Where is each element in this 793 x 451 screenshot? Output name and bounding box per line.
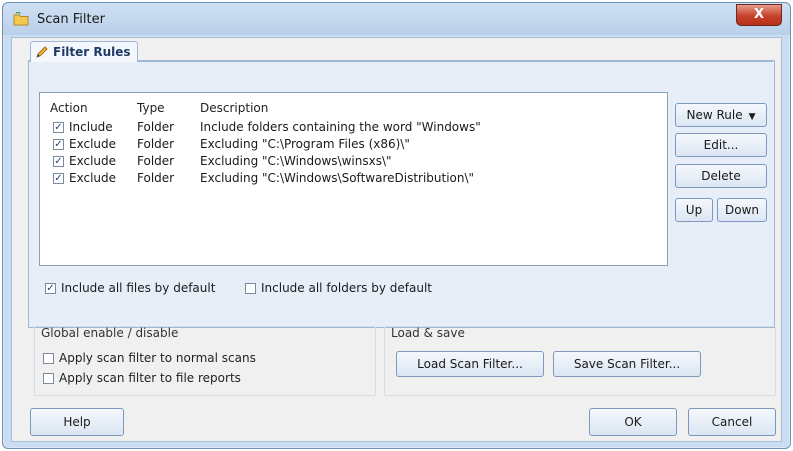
cancel-button[interactable]: Cancel: [688, 408, 776, 436]
normal-scans-label: Apply scan filter to normal scans: [59, 351, 256, 365]
save-scan-filter-button[interactable]: Save Scan Filter...: [553, 351, 701, 377]
edit-label: Edit...: [703, 138, 739, 152]
chevron-down-icon: ▼: [748, 112, 756, 122]
title-bar: Scan Filter X: [3, 3, 790, 35]
ok-label: OK: [624, 415, 642, 429]
close-icon: X: [753, 7, 765, 22]
load-save-section: Load & save Load Scan Filter... Save Sca…: [384, 326, 776, 396]
help-button[interactable]: Help: [30, 408, 124, 436]
cancel-label: Cancel: [711, 415, 753, 429]
rule-type: Folder: [137, 120, 175, 134]
pencil-icon: [36, 46, 48, 58]
list-item[interactable]: ✓ Exclude Folder Excluding "C:\Windows\S…: [40, 171, 667, 188]
rule-type: Folder: [137, 154, 175, 168]
column-header-type[interactable]: Type: [137, 101, 165, 115]
rule-action: Include: [69, 120, 113, 134]
delete-label: Delete: [701, 169, 741, 183]
help-label: Help: [63, 415, 91, 429]
include-files-label: Include all files by default: [61, 281, 216, 295]
rule-enabled-checkbox[interactable]: ✓: [53, 156, 64, 167]
folder-icon: [13, 12, 29, 26]
load-scan-filter-button[interactable]: Load Scan Filter...: [396, 351, 544, 377]
list-item[interactable]: ✓ Include Folder Include folders contain…: [40, 120, 667, 137]
rule-type: Folder: [137, 171, 175, 185]
rule-enabled-checkbox[interactable]: ✓: [53, 122, 64, 133]
new-rule-button[interactable]: New Rule ▼: [675, 103, 767, 127]
rule-enabled-checkbox[interactable]: ✓: [53, 173, 64, 184]
ok-button[interactable]: OK: [589, 408, 677, 436]
rule-enabled-checkbox[interactable]: ✓: [53, 139, 64, 150]
down-label: Down: [724, 203, 759, 217]
include-folders-label: Include all folders by default: [261, 281, 432, 295]
rules-list[interactable]: Action Type Description ✓ Include Folder…: [39, 92, 668, 266]
list-item[interactable]: ✓ Exclude Folder Excluding "C:\Windows\w…: [40, 154, 667, 171]
close-button[interactable]: X: [736, 4, 782, 26]
up-label: Up: [685, 203, 703, 217]
scan-filter-window: Scan Filter X Filter Rules Action Type D…: [2, 2, 791, 449]
rule-description: Excluding "C:\Windows\winsxs\": [200, 154, 392, 168]
rule-action: Exclude: [69, 171, 117, 185]
new-rule-label: New Rule: [686, 108, 743, 122]
delete-button[interactable]: Delete: [675, 164, 767, 188]
edit-button[interactable]: Edit...: [675, 133, 767, 157]
window-title: Scan Filter: [37, 12, 105, 27]
normal-scans-checkbox[interactable]: [43, 353, 54, 364]
global-section-title: Global enable / disable: [41, 326, 179, 340]
rule-description: Excluding "C:\Program Files (x86)\": [200, 137, 410, 151]
dialog-body: Filter Rules Action Type Description ✓ I…: [11, 37, 782, 442]
load-label: Load Scan Filter...: [417, 357, 523, 371]
column-header-description[interactable]: Description: [200, 101, 268, 115]
rule-description: Include folders containing the word "Win…: [200, 120, 481, 134]
include-folders-checkbox[interactable]: [245, 283, 256, 294]
save-label: Save Scan Filter...: [573, 357, 681, 371]
rule-action: Exclude: [69, 154, 117, 168]
rule-description: Excluding "C:\Windows\SoftwareDistributi…: [200, 171, 475, 185]
include-files-checkbox[interactable]: ✓: [45, 283, 56, 294]
file-reports-checkbox[interactable]: [43, 373, 54, 384]
list-header: Action Type Description: [40, 101, 667, 117]
rule-action: Exclude: [69, 137, 117, 151]
column-header-action[interactable]: Action: [50, 101, 88, 115]
list-item[interactable]: ✓ Exclude Folder Excluding "C:\Program F…: [40, 137, 667, 154]
rule-type: Folder: [137, 137, 175, 151]
down-button[interactable]: Down: [717, 198, 767, 222]
global-section: Global enable / disable Apply scan filte…: [34, 326, 376, 396]
tab-filter-rules[interactable]: Filter Rules: [30, 41, 138, 62]
tab-label: Filter Rules: [53, 45, 131, 59]
up-button[interactable]: Up: [675, 198, 713, 222]
load-save-section-title: Load & save: [391, 326, 465, 340]
file-reports-label: Apply scan filter to file reports: [59, 371, 241, 385]
